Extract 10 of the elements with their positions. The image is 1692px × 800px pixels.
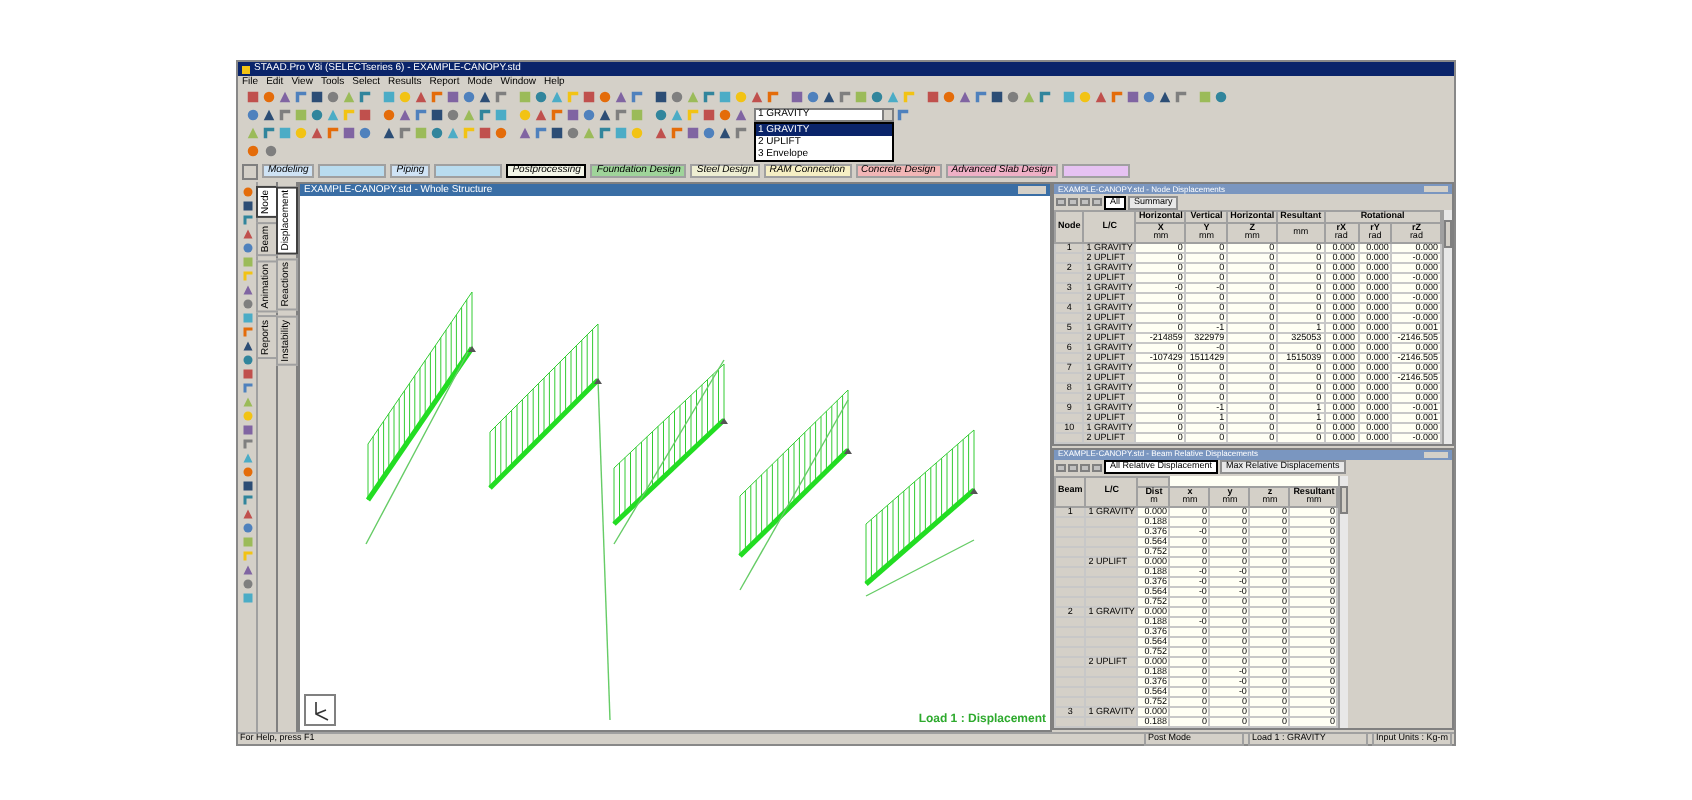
workflow-tab[interactable] — [318, 164, 387, 178]
workflow-tab[interactable] — [1062, 164, 1131, 178]
scroll-thumb[interactable] — [1340, 485, 1349, 513]
panel-toggle-icon[interactable] — [242, 163, 258, 179]
window-controls-icon[interactable] — [1424, 451, 1448, 457]
vertical-scrollbar[interactable] — [1338, 475, 1349, 727]
workflow-tab[interactable] — [434, 164, 503, 178]
vertical-scrollbar[interactable] — [1442, 210, 1452, 443]
app-icon — [242, 65, 250, 73]
scroll-thumb[interactable] — [1444, 220, 1452, 248]
